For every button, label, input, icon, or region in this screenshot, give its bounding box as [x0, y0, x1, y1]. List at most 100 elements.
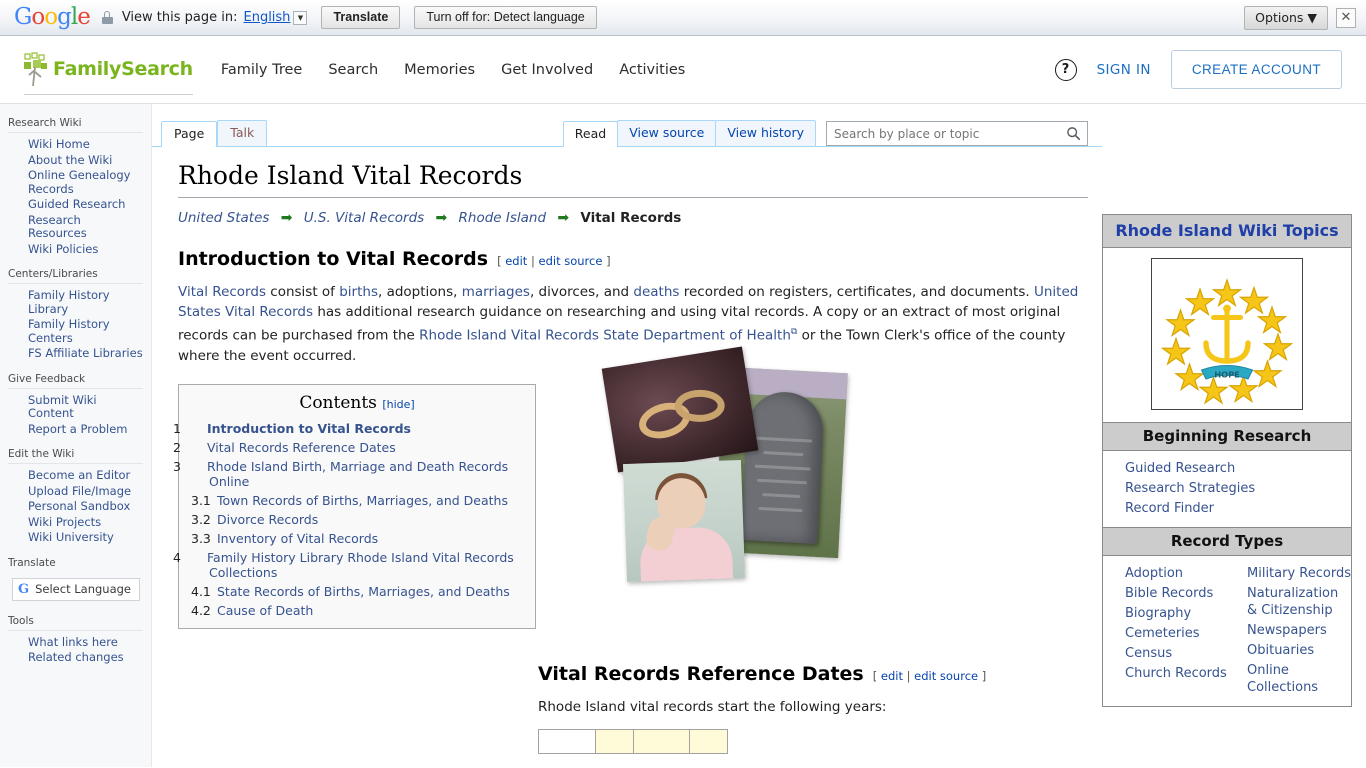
sidebar-item-research-resources[interactable]: Research Resources	[8, 213, 143, 242]
tab-view-source[interactable]: View source	[617, 120, 717, 146]
sidebar-item-label[interactable]: Submit Wiki Content	[8, 393, 143, 421]
translate-button[interactable]: Translate	[321, 6, 401, 29]
sidebar-item-wiki-home[interactable]: Wiki Home	[8, 137, 143, 153]
sidebar-item-guided-research[interactable]: Guided Research	[8, 197, 143, 213]
list-item[interactable]: Adoption	[1125, 565, 1227, 582]
sidebar-item-upload-file-image[interactable]: Upload File/Image	[8, 484, 143, 500]
question-mark-icon[interactable]: ?	[1054, 58, 1077, 81]
edit-source-link[interactable]: edit source	[914, 669, 978, 683]
list-item[interactable]: Record Finder	[1125, 500, 1351, 517]
topic-link-naturalization-citizenship[interactable]: Naturalization & Citizenship	[1247, 586, 1338, 618]
nav-item-family-tree[interactable]: Family Tree	[221, 62, 302, 78]
toc-entry[interactable]: 2 Vital Records Reference Dates	[173, 440, 523, 455]
nav-item-activities[interactable]: Activities	[619, 62, 685, 78]
topic-link-research-strategies[interactable]: Research Strategies	[1125, 481, 1255, 496]
toc-entry[interactable]: 3 Rhode Island Birth, Marriage and Death …	[173, 459, 523, 489]
list-item[interactable]: Biography	[1125, 605, 1227, 622]
sidebar-item-label[interactable]: Guided Research	[8, 197, 143, 212]
edit-link[interactable]: edit	[505, 254, 527, 268]
topic-link-biography[interactable]: Biography	[1125, 606, 1191, 621]
topic-link-obituaries[interactable]: Obituaries	[1247, 643, 1314, 658]
topic-link-cemeteries[interactable]: Cemeteries	[1125, 626, 1200, 641]
sidebar-item-label[interactable]: About the Wiki	[8, 153, 143, 168]
toc-entry-label[interactable]: Vital Records Reference Dates	[207, 440, 396, 455]
breadcrumb-item-united-states[interactable]: United States	[178, 210, 269, 226]
sidebar-item-label[interactable]: FS Affiliate Libraries	[8, 346, 143, 361]
translate-language-link[interactable]: English	[243, 10, 290, 25]
link-ri-state-dept-health[interactable]: Rhode Island Vital Records State Departm…	[419, 328, 791, 344]
sidebar-item-related-changes[interactable]: Related changes	[8, 650, 143, 666]
edit-source-link[interactable]: edit source	[539, 254, 603, 268]
nav-item-search[interactable]: Search	[328, 62, 378, 78]
sidebar-item-personal-sandbox[interactable]: Personal Sandbox	[8, 499, 143, 515]
sidebar-item-label[interactable]: Wiki Home	[8, 137, 143, 152]
toc-hide-link[interactable]: [hide]	[382, 398, 414, 411]
toc-entry-label[interactable]: State Records of Births, Marriages, and …	[217, 584, 510, 599]
search-icon[interactable]	[1066, 126, 1081, 141]
sidebar-item-label[interactable]: Wiki Policies	[8, 242, 143, 257]
sidebar-item-label[interactable]: Related changes	[8, 650, 143, 665]
sidebar-item-family-history-centers[interactable]: Family History Centers	[8, 317, 143, 346]
list-item[interactable]: Cemeteries	[1125, 625, 1227, 642]
close-icon[interactable]: ✕	[1336, 7, 1356, 28]
list-item[interactable]: Military Records	[1247, 565, 1351, 582]
list-item[interactable]: Online Collections	[1247, 662, 1351, 696]
tab-talk[interactable]: Talk	[217, 120, 268, 146]
topic-link-bible-records[interactable]: Bible Records	[1125, 586, 1213, 601]
toc-entry[interactable]: 4 Family History Library Rhode Island Vit…	[173, 550, 523, 580]
list-item[interactable]: Research Strategies	[1125, 480, 1351, 497]
link-marriages[interactable]: marriages	[462, 284, 530, 300]
toc-entry-label[interactable]: Introduction to Vital Records	[207, 421, 411, 436]
sidebar-item-submit-wiki-content[interactable]: Submit Wiki Content	[8, 393, 143, 422]
sidebar-item-label[interactable]: Research Resources	[8, 213, 143, 241]
toc-entry-label[interactable]: Divorce Records	[217, 512, 318, 527]
list-item[interactable]: Guided Research	[1125, 460, 1351, 477]
sidebar-item-family-history-library[interactable]: Family History Library	[8, 288, 143, 317]
list-item[interactable]: Church Records	[1125, 665, 1227, 682]
toc-entry-label[interactable]: Inventory of Vital Records	[217, 531, 378, 546]
toc-entry[interactable]: 3.2 Divorce Records	[191, 512, 523, 527]
link-vital-records[interactable]: Vital Records	[178, 284, 266, 300]
topic-link-census[interactable]: Census	[1125, 646, 1172, 661]
toc-entry-label[interactable]: Rhode Island Birth, Marriage and Death R…	[207, 459, 508, 489]
list-item[interactable]: Census	[1125, 645, 1227, 662]
sidebar-item-report-a-problem[interactable]: Report a Problem	[8, 422, 143, 438]
toc-entry[interactable]: 4.1 State Records of Births, Marriages, a…	[191, 584, 523, 599]
topic-link-church-records[interactable]: Church Records	[1125, 666, 1227, 681]
create-account-button[interactable]: CREATE ACCOUNT	[1170, 50, 1342, 89]
sidebar-item-label[interactable]: Wiki University	[8, 530, 143, 545]
select-language-button[interactable]: G Select Language	[12, 577, 140, 601]
link-deaths[interactable]: deaths	[633, 284, 679, 300]
search-input[interactable]	[827, 122, 1087, 145]
sidebar-item-label[interactable]: Family History Centers	[8, 317, 143, 345]
topic-link-military-records[interactable]: Military Records	[1247, 566, 1351, 581]
tab-page[interactable]: Page	[161, 121, 218, 147]
familysearch-logo[interactable]: FamilySearch	[22, 51, 193, 95]
sidebar-item-what-links-here[interactable]: What links here	[8, 635, 143, 651]
nav-item-memories[interactable]: Memories	[404, 62, 475, 78]
tab-view-history[interactable]: View history	[715, 120, 816, 146]
list-item[interactable]: Newspapers	[1247, 622, 1351, 639]
list-item[interactable]: Bible Records	[1125, 585, 1227, 602]
list-item[interactable]: Obituaries	[1247, 642, 1351, 659]
turn-off-translate-button[interactable]: Turn off for: Detect language	[414, 6, 597, 29]
toc-entry-label[interactable]: Cause of Death	[217, 603, 313, 618]
tab-read[interactable]: Read	[562, 121, 619, 147]
topic-link-adoption[interactable]: Adoption	[1125, 566, 1183, 581]
sidebar-item-about-the-wiki[interactable]: About the Wiki	[8, 153, 143, 169]
sidebar-item-label[interactable]: Report a Problem	[8, 422, 143, 437]
sidebar-item-label[interactable]: Online Genealogy Records	[8, 168, 143, 196]
toc-entry[interactable]: 3.1 Town Records of Births, Marriages, an…	[191, 493, 523, 508]
sidebar-item-label[interactable]: What links here	[8, 635, 143, 650]
sidebar-item-become-an-editor[interactable]: Become an Editor	[8, 468, 143, 484]
topic-link-newspapers[interactable]: Newspapers	[1247, 623, 1327, 638]
toc-entry[interactable]: 3.3 Inventory of Vital Records	[191, 531, 523, 546]
sidebar-item-label[interactable]: Become an Editor	[8, 468, 143, 483]
toc-entry-label[interactable]: Town Records of Births, Marriages, and D…	[217, 493, 508, 508]
sidebar-item-wiki-projects[interactable]: Wiki Projects	[8, 515, 143, 531]
toc-entry[interactable]: 4.2 Cause of Death	[191, 603, 523, 618]
translate-language-selector[interactable]: English ▼	[243, 10, 308, 25]
toc-entry[interactable]: 1 Introduction to Vital Records	[173, 421, 523, 436]
link-births[interactable]: births	[339, 284, 378, 300]
sign-in-link[interactable]: SIGN IN	[1097, 62, 1151, 78]
